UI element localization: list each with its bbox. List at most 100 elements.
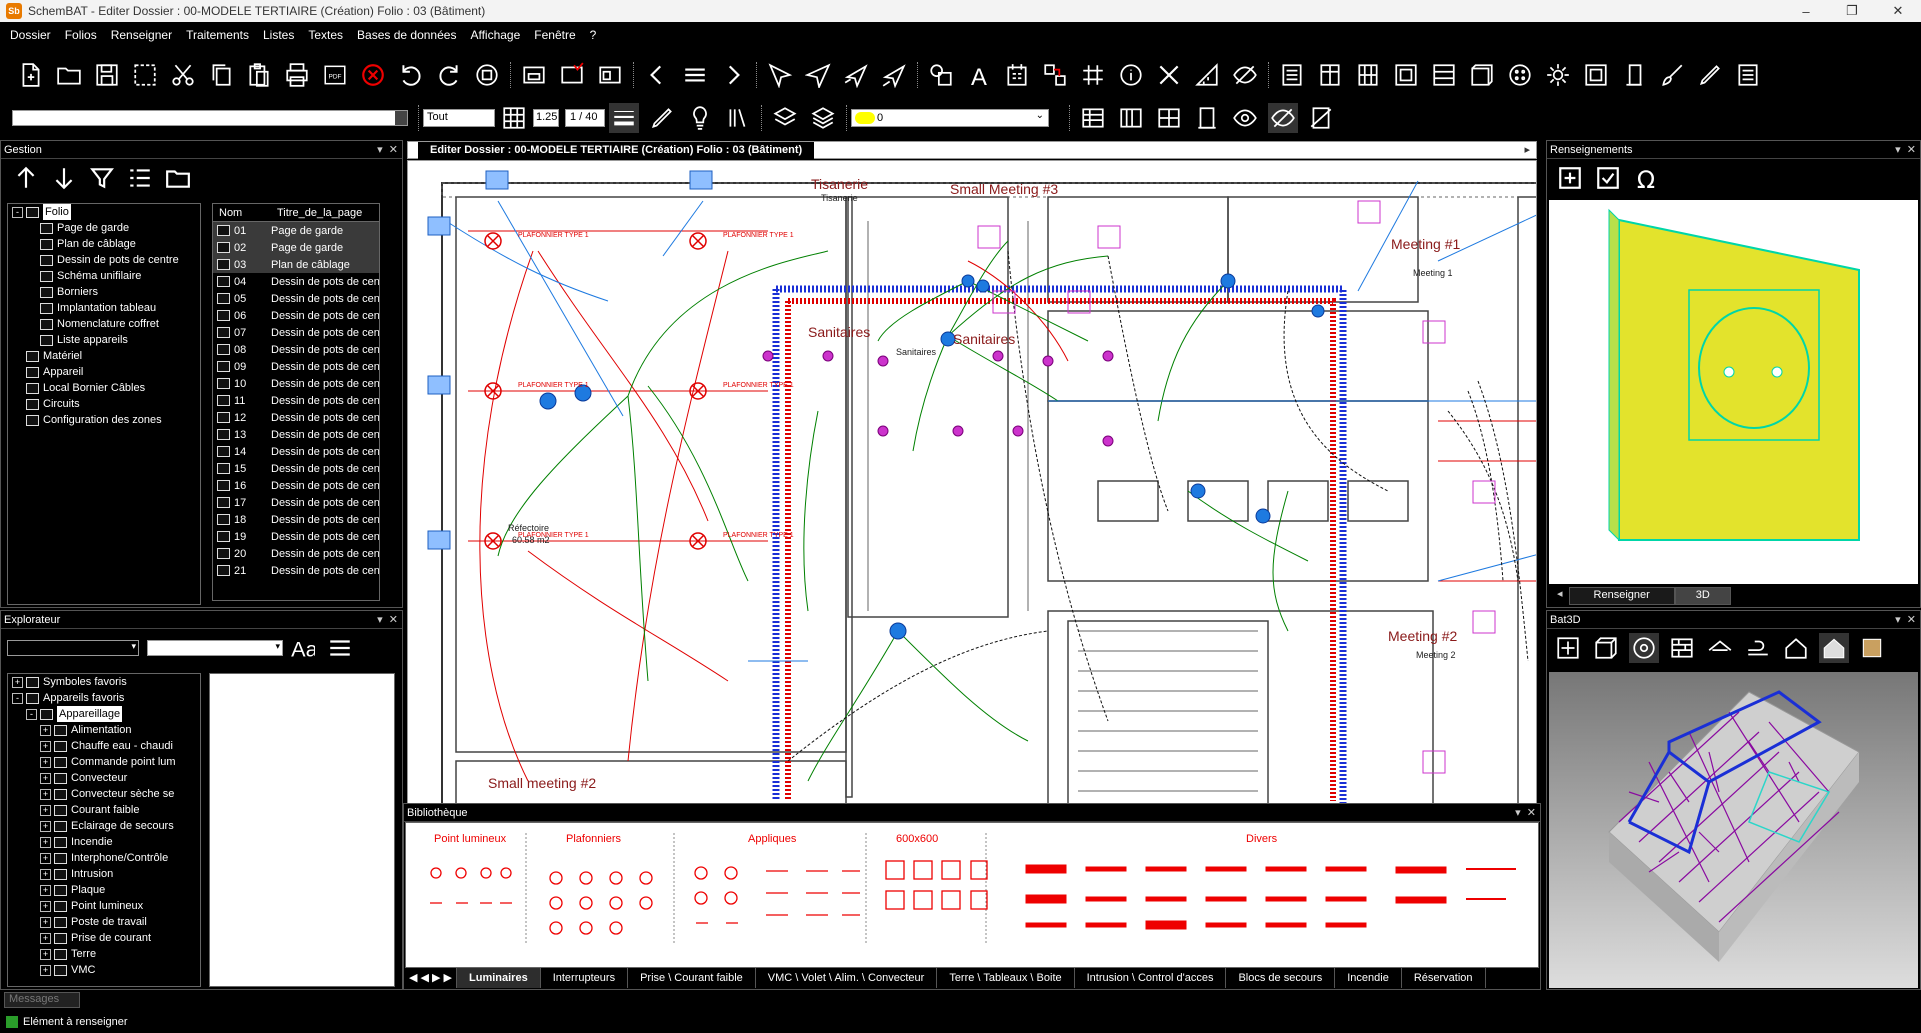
layers-icon[interactable] (770, 103, 800, 133)
send-route-icon[interactable] (879, 60, 909, 90)
tree-item[interactable]: + Alimentation (8, 722, 200, 738)
table-row[interactable]: 01 Page de garde (213, 222, 379, 239)
checkbox-icon[interactable] (1593, 163, 1623, 193)
tree-item[interactable]: Local Bornier Câbles (8, 380, 200, 396)
hide-icon[interactable] (1230, 60, 1260, 90)
eye-off-icon[interactable] (1268, 103, 1298, 133)
measure-icon[interactable] (1192, 60, 1222, 90)
tree-item[interactable]: Configuration des zones (8, 412, 200, 428)
table-row[interactable]: 17 Dessin de pots de cent (213, 494, 379, 511)
expand-toggle-icon[interactable]: + (40, 724, 51, 736)
panel-tableau-icon[interactable] (1315, 60, 1345, 90)
table-row[interactable]: 08 Dessin de pots de cent (213, 341, 379, 358)
layer-select[interactable]: Tout (423, 109, 495, 127)
tab-luminaires[interactable]: Luminaires (457, 968, 541, 988)
tree-item[interactable]: + Poste de travail (8, 914, 200, 930)
pencil-icon[interactable] (647, 103, 677, 133)
brick-wall-icon[interactable] (1667, 633, 1697, 663)
filter-icon[interactable] (87, 163, 117, 193)
send-multi-icon[interactable] (841, 60, 871, 90)
shapes-icon[interactable] (926, 60, 956, 90)
stop-icon[interactable] (472, 60, 502, 90)
square-icon[interactable] (1581, 60, 1611, 90)
panel-pin-close-icon[interactable]: ▾ ✕ (377, 141, 398, 159)
expand-toggle-icon[interactable]: - (26, 708, 37, 720)
panel-list-icon[interactable] (1277, 60, 1307, 90)
tree-item[interactable]: + Convecteur sèche se (8, 786, 200, 802)
drawing-tab[interactable]: Editer Dossier : 00-MODELE TERTIAIRE (Cr… (418, 142, 815, 159)
table-row[interactable]: 07 Dessin de pots de cent (213, 324, 379, 341)
expand-toggle-icon[interactable]: - (12, 692, 23, 704)
tree-item[interactable]: + Convecteur (8, 770, 200, 786)
column-titre[interactable]: Titre_de_la_page (271, 207, 362, 219)
ratio-field[interactable]: 1 / 40 (565, 109, 605, 127)
undo-icon[interactable] (396, 60, 426, 90)
bulb-icon[interactable] (685, 103, 715, 133)
tree-item[interactable]: Page de garde (8, 220, 200, 236)
tab-terre-tableaux[interactable]: Terre \ Tableaux \ Boite (937, 968, 1075, 988)
column-nom[interactable]: Nom (213, 207, 271, 219)
arrow-down-icon[interactable] (49, 163, 79, 193)
pointer-icon[interactable] (765, 60, 795, 90)
menu-dossier[interactable]: Dossier (10, 28, 51, 42)
font-aa-icon[interactable]: Aa (287, 633, 317, 663)
expand-toggle-icon[interactable]: + (12, 676, 23, 688)
restore-icon[interactable]: ❐ (1829, 0, 1875, 22)
menu-listes[interactable]: Listes (263, 28, 294, 42)
dots-circle-icon[interactable] (1505, 60, 1535, 90)
expand-toggle-icon[interactable]: + (40, 852, 51, 864)
panel-pin-close-icon[interactable]: ▾ ✕ (1895, 141, 1916, 159)
redo-icon[interactable] (434, 60, 464, 90)
tree-item[interactable]: Circuits (8, 396, 200, 412)
tree-item[interactable]: Plan de câblage (8, 236, 200, 252)
previous-icon[interactable] (642, 60, 672, 90)
menu-lines-icon[interactable] (325, 633, 355, 663)
table-view-icon[interactable] (1078, 103, 1108, 133)
select-rect-icon[interactable] (130, 60, 160, 90)
expand-toggle-icon[interactable]: + (40, 932, 51, 944)
settings-icon[interactable] (1543, 60, 1573, 90)
notes-icon[interactable] (1733, 60, 1763, 90)
menu-textes[interactable]: Textes (308, 28, 343, 42)
folder-icon[interactable] (163, 163, 193, 193)
tree-item[interactable]: + Intrusion (8, 866, 200, 882)
table-row[interactable]: 04 Dessin de pots de cent (213, 273, 379, 290)
door-icon[interactable] (1619, 60, 1649, 90)
drawing-canvas[interactable]: Tisanerie Small Meeting #3 Meeting #1 Sa… (407, 160, 1537, 815)
tree-item[interactable]: Appareil (8, 364, 200, 380)
tree-item[interactable]: Borniers (8, 284, 200, 300)
frame-split-icon[interactable] (1429, 60, 1459, 90)
expand-toggle-icon[interactable]: + (40, 868, 51, 880)
expand-toggle-icon[interactable]: + (40, 900, 51, 912)
category-select[interactable]: ▾ (7, 640, 139, 656)
pdf-icon[interactable]: PDF (320, 60, 350, 90)
table-row[interactable]: 06 Dessin de pots de cent (213, 307, 379, 324)
menu-folios[interactable]: Folios (65, 28, 97, 42)
tree-item[interactable]: + Point lumineux (8, 898, 200, 914)
cross-icon[interactable] (1154, 60, 1184, 90)
add-box-icon[interactable] (1555, 163, 1585, 193)
table-row[interactable]: 14 Dessin de pots de cent (213, 443, 379, 460)
panel-pin-close-icon[interactable]: ▾ ✕ (1515, 804, 1536, 822)
table-row[interactable]: 21 Dessin de pots de cent (213, 562, 379, 579)
messages-field[interactable]: Messages (4, 992, 80, 1008)
tab-scroll-right-icon[interactable]: ▸ (1524, 143, 1530, 156)
expand-toggle-icon[interactable]: + (40, 772, 51, 784)
expand-toggle-icon[interactable]: + (40, 756, 51, 768)
paste-icon[interactable] (244, 60, 274, 90)
tree-item[interactable]: Matériel (8, 348, 200, 364)
next-icon[interactable] (718, 60, 748, 90)
window-doc-icon[interactable] (595, 60, 625, 90)
link-icon[interactable] (1040, 60, 1070, 90)
roof-icon[interactable] (1705, 633, 1735, 663)
tree-item[interactable]: + Prise de courant (8, 930, 200, 946)
tree-item[interactable]: Dessin de pots de centre (8, 252, 200, 268)
panels-icon[interactable] (1154, 103, 1184, 133)
move-icon[interactable] (1553, 633, 1583, 663)
outlet-3d-view[interactable] (1549, 200, 1918, 584)
menu-help[interactable]: ? (590, 28, 597, 42)
tab-interrupteurs[interactable]: Interrupteurs (541, 968, 629, 988)
lamp-select[interactable]: 0 ⌄ (851, 109, 1049, 127)
expand-toggle-icon[interactable]: + (40, 964, 51, 976)
columns-icon[interactable] (1116, 103, 1146, 133)
